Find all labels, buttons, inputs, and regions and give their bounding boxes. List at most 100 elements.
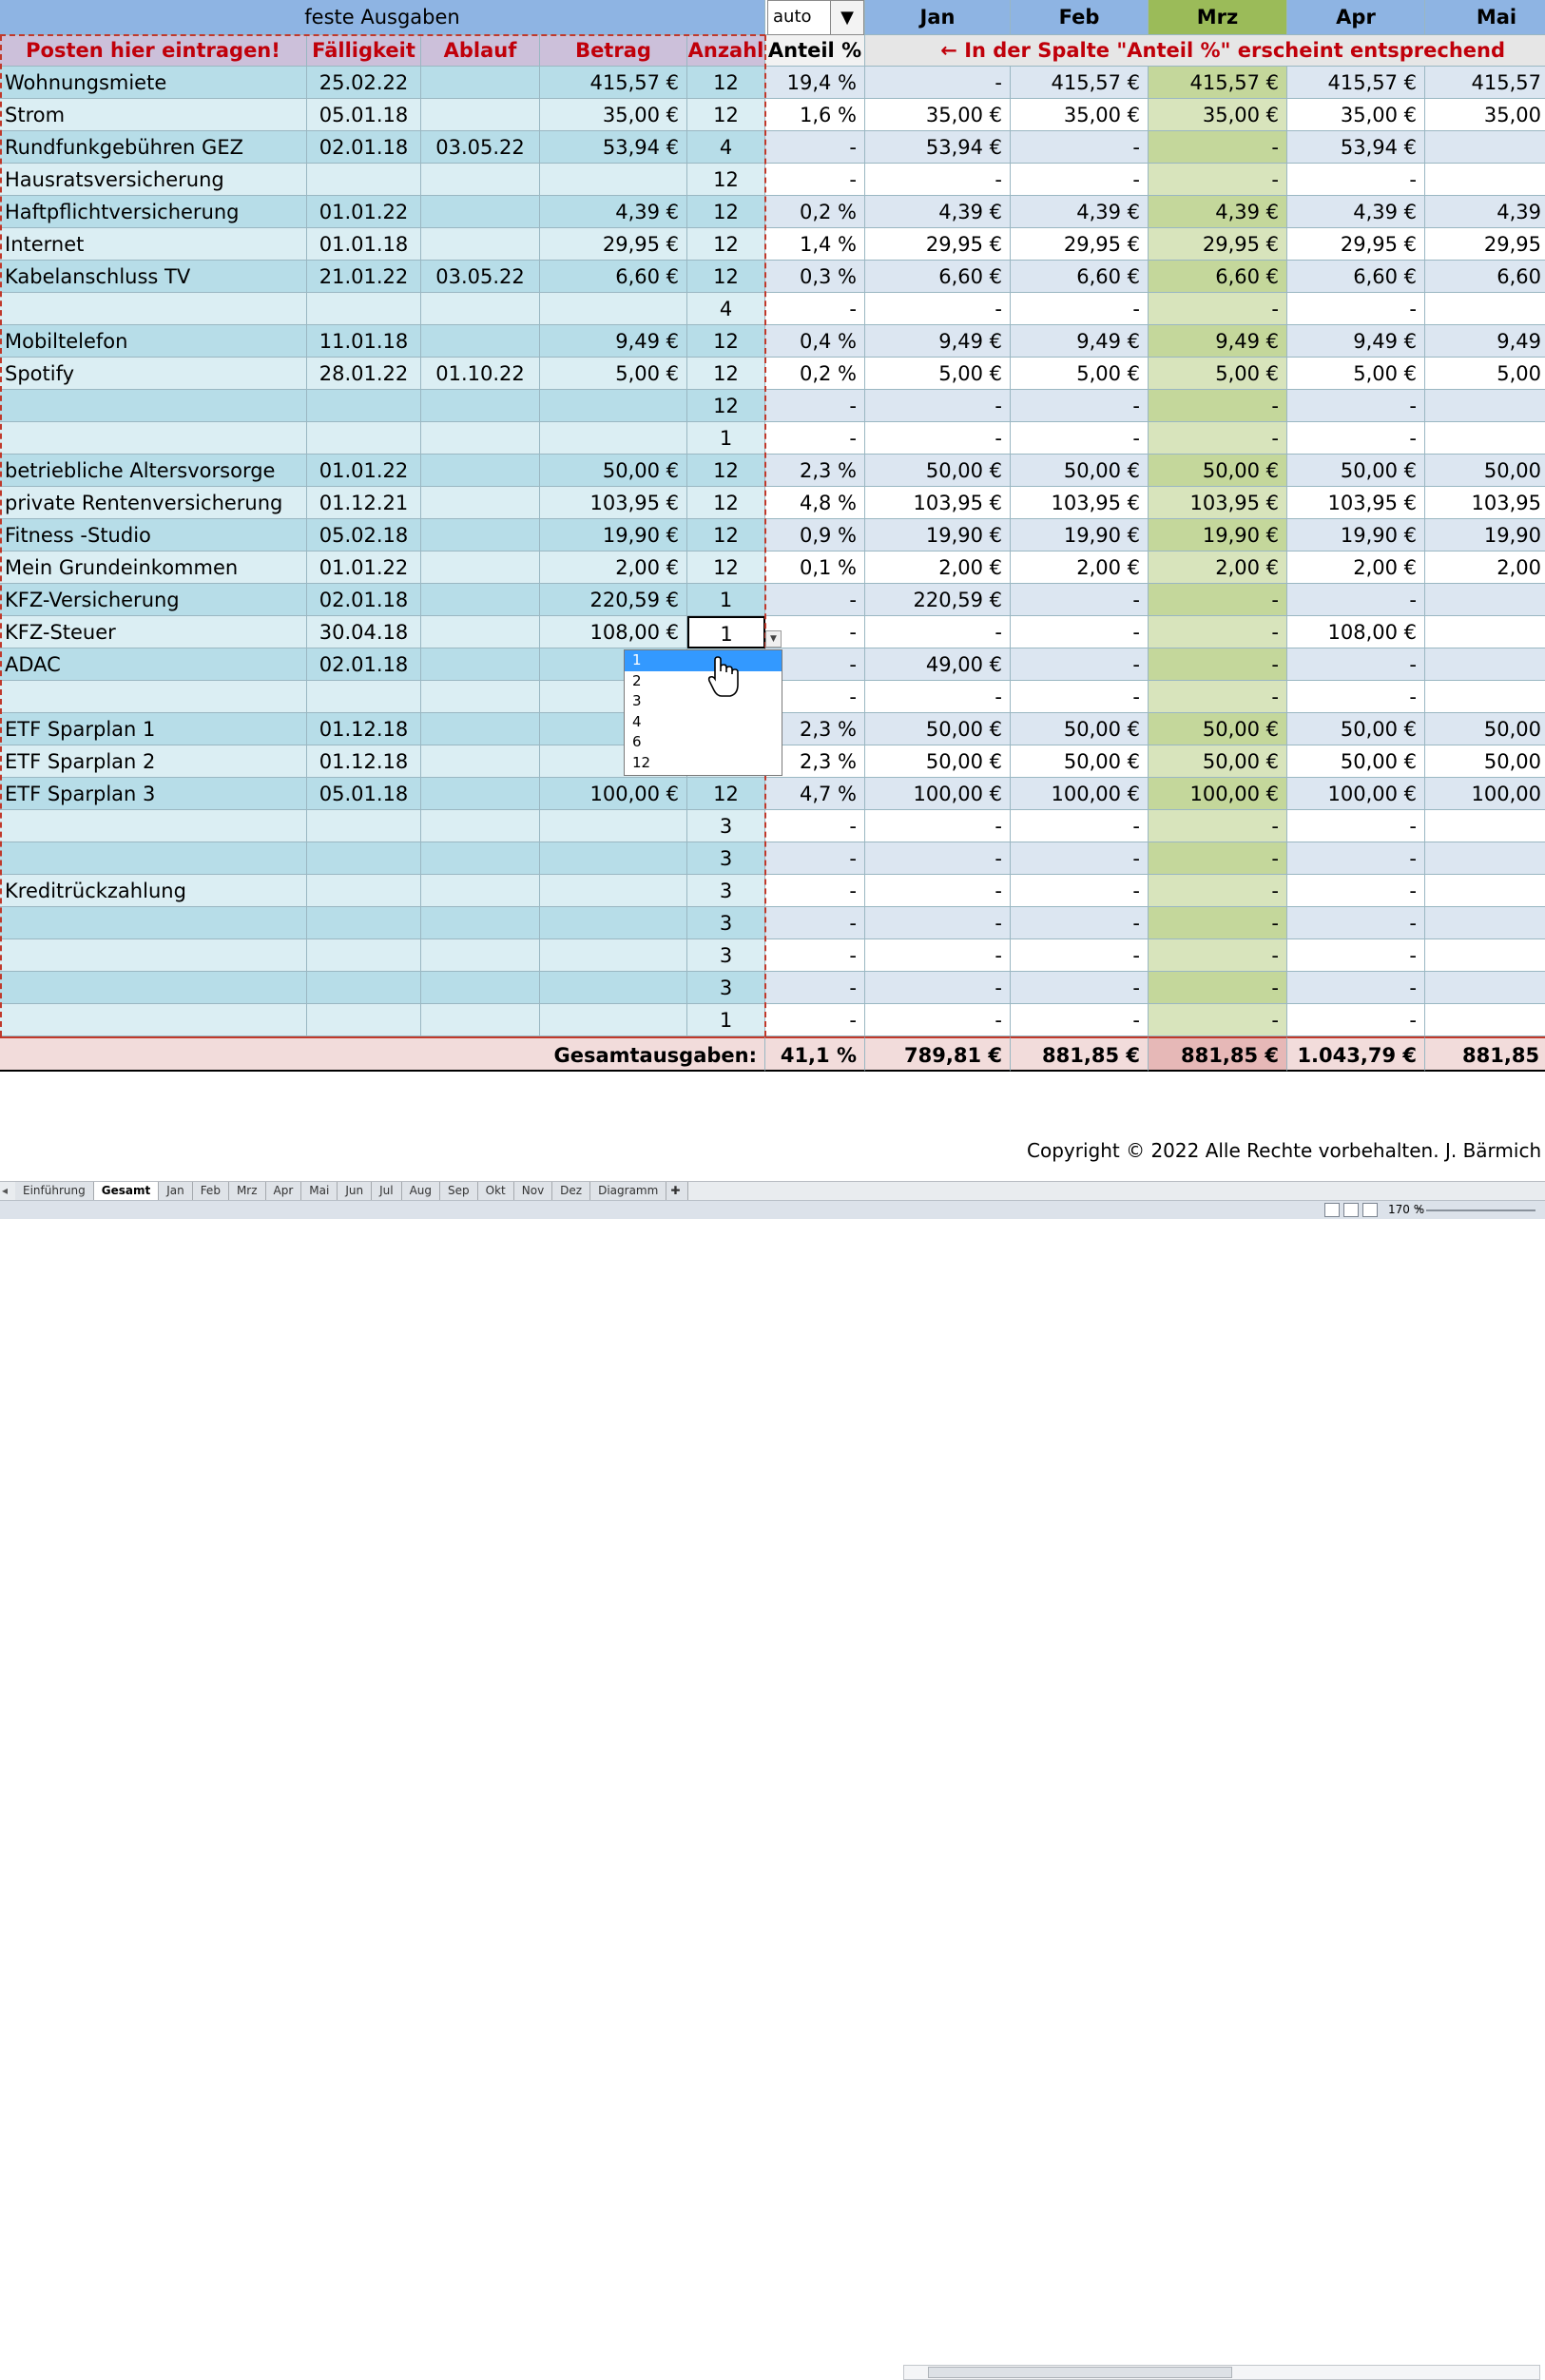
month-value-cell[interactable]: 35,00 €	[1287, 99, 1425, 131]
month-value-cell[interactable]: -	[1011, 842, 1149, 875]
ablauf-cell[interactable]	[421, 907, 540, 939]
anteil-cell[interactable]: -	[765, 972, 865, 1004]
column-header-1[interactable]: Fälligkeit	[307, 35, 421, 67]
posten-cell[interactable]: private Rentenversicherung	[0, 487, 307, 519]
posten-cell[interactable]: Rundfunkgebühren GEZ	[0, 131, 307, 164]
month-value-cell[interactable]: 50,00 €	[1287, 745, 1425, 778]
posten-cell[interactable]	[0, 972, 307, 1004]
month-value-cell[interactable]: 19,90 €	[1425, 519, 1545, 551]
month-value-cell[interactable]: -	[1287, 1004, 1425, 1036]
faelligkeit-cell[interactable]: 05.02.18	[307, 519, 421, 551]
month-value-cell[interactable]: 29,95 €	[1287, 228, 1425, 261]
faelligkeit-cell[interactable]: 05.01.18	[307, 99, 421, 131]
month-value-cell[interactable]: -	[1425, 616, 1545, 648]
month-value-cell[interactable]: 35,00 €	[1011, 99, 1149, 131]
ablauf-cell[interactable]: 01.10.22	[421, 358, 540, 390]
anteil-cell[interactable]: -	[765, 131, 865, 164]
month-value-cell[interactable]: -	[1425, 584, 1545, 616]
posten-cell[interactable]: ETF Sparplan 1	[0, 713, 307, 745]
betrag-cell[interactable]	[540, 1004, 687, 1036]
month-value-cell[interactable]: 6,60 €	[1011, 261, 1149, 293]
betrag-cell[interactable]: 4,39 €	[540, 196, 687, 228]
ablauf-cell[interactable]: 03.05.22	[421, 131, 540, 164]
anteil-cell[interactable]: -	[765, 584, 865, 616]
ablauf-cell[interactable]	[421, 616, 540, 648]
month-value-cell[interactable]: 2,00 €	[865, 551, 1011, 584]
month-value-cell[interactable]: -	[1287, 842, 1425, 875]
posten-cell[interactable]: Mein Grundeinkommen	[0, 551, 307, 584]
month-value-cell[interactable]: -	[1149, 972, 1287, 1004]
sheet-tab-jan[interactable]: Jan	[159, 1182, 193, 1200]
month-value-cell[interactable]: 9,49 €	[1287, 325, 1425, 358]
posten-cell[interactable]: KFZ-Versicherung	[0, 584, 307, 616]
month-value-cell[interactable]: -	[1149, 293, 1287, 325]
month-value-cell[interactable]: -	[1287, 939, 1425, 972]
anteil-cell[interactable]: 19,4 %	[765, 67, 865, 99]
faelligkeit-cell[interactable]: 30.04.18	[307, 616, 421, 648]
ablauf-cell[interactable]: 03.05.22	[421, 261, 540, 293]
month-value-cell[interactable]: 35,00 €	[865, 99, 1011, 131]
month-value-cell[interactable]: -	[1149, 390, 1287, 422]
faelligkeit-cell[interactable]	[307, 390, 421, 422]
month-value-cell[interactable]: 29,95 €	[1149, 228, 1287, 261]
ablauf-cell[interactable]	[421, 455, 540, 487]
month-value-cell[interactable]: 50,00 €	[1149, 455, 1287, 487]
betrag-cell[interactable]: 108,00 €	[540, 616, 687, 648]
zoom-out-icon[interactable]: –	[1415, 1201, 1421, 1216]
month-header-apr[interactable]: Apr	[1287, 0, 1425, 35]
month-value-cell[interactable]: -	[865, 390, 1011, 422]
anteil-cell[interactable]: -	[765, 907, 865, 939]
month-value-cell[interactable]: 50,00 €	[1287, 455, 1425, 487]
month-value-cell[interactable]: 2,00 €	[1425, 551, 1545, 584]
month-value-cell[interactable]: -	[865, 293, 1011, 325]
month-value-cell[interactable]: 50,00 €	[1011, 455, 1149, 487]
month-value-cell[interactable]: -	[1149, 939, 1287, 972]
month-value-cell[interactable]: 19,90 €	[1011, 519, 1149, 551]
month-value-cell[interactable]: 29,95 €	[1011, 228, 1149, 261]
month-value-cell[interactable]: -	[865, 875, 1011, 907]
anteil-cell[interactable]: -	[765, 939, 865, 972]
month-value-cell[interactable]: -	[1149, 810, 1287, 842]
anzahl-cell[interactable]: 12	[687, 551, 765, 584]
faelligkeit-cell[interactable]	[307, 1004, 421, 1036]
month-value-cell[interactable]: -	[1011, 907, 1149, 939]
month-value-cell[interactable]: 4,39 €	[1011, 196, 1149, 228]
total-month-value[interactable]: 1.043,79 €	[1287, 1036, 1425, 1072]
posten-cell[interactable]: ETF Sparplan 3	[0, 778, 307, 810]
month-value-cell[interactable]: 4,39 €	[865, 196, 1011, 228]
month-value-cell[interactable]: 29,95 €	[865, 228, 1011, 261]
faelligkeit-cell[interactable]: 01.12.18	[307, 745, 421, 778]
sheet-tab-apr[interactable]: Apr	[265, 1182, 302, 1200]
month-value-cell[interactable]: -	[1011, 939, 1149, 972]
anteil-cell[interactable]: 0,4 %	[765, 325, 865, 358]
month-value-cell[interactable]: 53,94 €	[865, 131, 1011, 164]
month-value-cell[interactable]: -	[1149, 422, 1287, 455]
anteil-cell[interactable]: 0,9 %	[765, 519, 865, 551]
faelligkeit-cell[interactable]: 21.01.22	[307, 261, 421, 293]
month-value-cell[interactable]: -	[1287, 875, 1425, 907]
month-value-cell[interactable]: -	[1425, 648, 1545, 681]
anzahl-cell[interactable]: 12	[687, 487, 765, 519]
month-value-cell[interactable]: -	[1287, 422, 1425, 455]
month-value-cell[interactable]: 50,00 €	[1011, 713, 1149, 745]
month-value-cell[interactable]: -	[1287, 681, 1425, 713]
anzahl-cell[interactable]: 4	[687, 293, 765, 325]
dropdown-option-2[interactable]: 2	[625, 671, 782, 692]
month-value-cell[interactable]: 103,95 €	[1425, 487, 1545, 519]
month-value-cell[interactable]: 29,95 €	[1425, 228, 1545, 261]
total-month-value[interactable]: 789,81 €	[865, 1036, 1011, 1072]
posten-cell[interactable]: Internet	[0, 228, 307, 261]
anteil-cell[interactable]: 4,8 %	[765, 487, 865, 519]
ablauf-cell[interactable]	[421, 228, 540, 261]
faelligkeit-cell[interactable]	[307, 972, 421, 1004]
ablauf-cell[interactable]	[421, 67, 540, 99]
month-value-cell[interactable]: 50,00 €	[1425, 713, 1545, 745]
month-value-cell[interactable]: -	[1011, 810, 1149, 842]
betrag-cell[interactable]	[540, 939, 687, 972]
month-value-cell[interactable]: 9,49 €	[865, 325, 1011, 358]
month-header-mrz[interactable]: Mrz	[1149, 0, 1287, 35]
anzahl-cell[interactable]: 12	[687, 325, 765, 358]
dropdown-option-6[interactable]: 6	[625, 732, 782, 753]
anteil-cell[interactable]: -	[765, 164, 865, 196]
month-value-cell[interactable]: 50,00 €	[1425, 455, 1545, 487]
